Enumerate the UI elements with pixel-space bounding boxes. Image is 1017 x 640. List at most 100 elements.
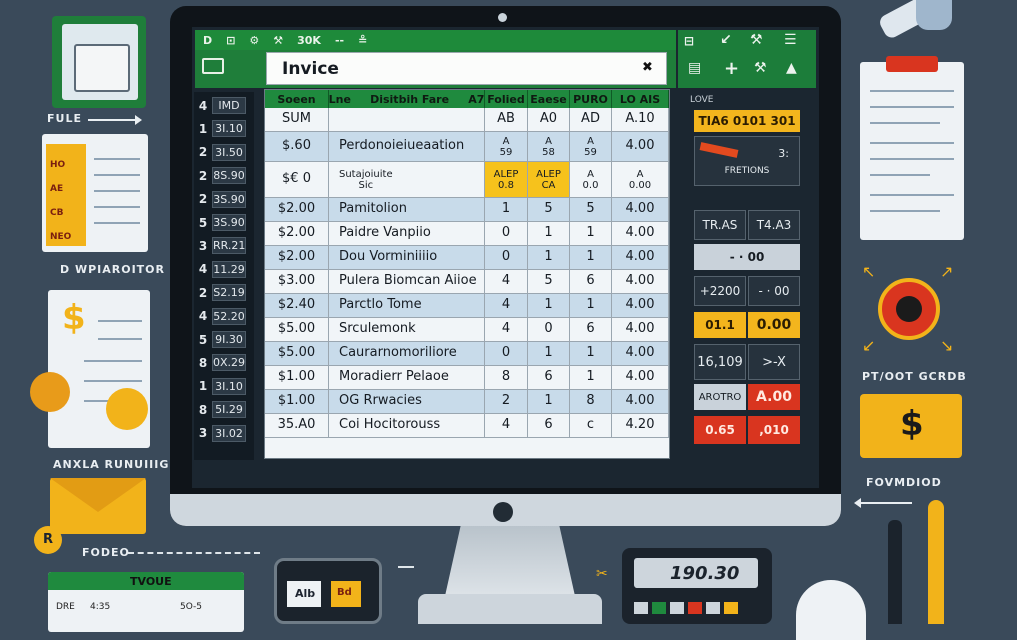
aroto-cell[interactable]: AROTRO <box>694 384 746 410</box>
table-cell[interactable]: 1 <box>528 342 570 365</box>
plus-cell[interactable]: +2200 <box>694 276 746 306</box>
table-cell[interactable]: ALEP CA <box>528 162 570 197</box>
table-cell[interactable]: 4.00 <box>612 390 669 413</box>
row-number[interactable]: 8 5I.29 <box>194 398 254 421</box>
row-number[interactable]: 3 RR.21 <box>194 234 254 257</box>
table-cell[interactable]: A 58 <box>528 132 570 161</box>
table-cell[interactable]: $3.00 <box>265 270 329 293</box>
table-cell[interactable]: 1 <box>570 246 612 269</box>
table-cell[interactable]: 8 <box>485 366 528 389</box>
toolbar-item[interactable]: D <box>203 34 212 47</box>
grid-icon[interactable]: ⊟ <box>684 34 694 48</box>
table-cell[interactable]: 5 <box>570 198 612 221</box>
table-row[interactable]: $2.40 Parctlo Tome 4 1 1 4.00 <box>265 294 669 318</box>
y-cell[interactable]: 01.1 <box>694 312 746 338</box>
table-cell[interactable]: 1 <box>570 366 612 389</box>
row-number[interactable]: 3 3I.02 <box>194 422 254 445</box>
table-cell[interactable]: 1 <box>570 222 612 245</box>
toolbar-item[interactable]: ⚙ <box>249 34 259 47</box>
power-button[interactable] <box>493 502 513 522</box>
stack-icon[interactable]: ☰ <box>784 32 797 48</box>
tools-icon[interactable]: ⚒ <box>754 60 767 76</box>
table-cell[interactable]: Coi Hocitorouss <box>329 414 485 437</box>
toolbar-item[interactable]: ≗ <box>358 34 367 47</box>
close-icon[interactable]: ✖ <box>642 60 653 75</box>
table-cell[interactable]: A 59 <box>485 132 528 161</box>
table-cell[interactable]: 0 <box>485 246 528 269</box>
column-header[interactable]: Folied <box>485 90 528 108</box>
table-cell[interactable]: 8 <box>570 390 612 413</box>
table-cell[interactable]: 4 <box>485 270 528 293</box>
table-cell[interactable]: 4.00 <box>612 198 669 221</box>
table-cell[interactable]: SUM <box>265 108 329 131</box>
table-cell[interactable]: 4.00 <box>612 342 669 365</box>
red-cell[interactable]: ,010 <box>748 416 800 444</box>
table-cell[interactable]: $2.00 <box>265 246 329 269</box>
table-cell[interactable]: 5 <box>528 198 570 221</box>
row-number[interactable]: 2 8S.90 <box>194 164 254 187</box>
table-cell[interactable]: 4.00 <box>612 246 669 269</box>
table-row[interactable]: $1.00 OG Rrwacies 2 1 8 4.00 <box>265 390 669 414</box>
table-row[interactable]: $3.00 Pulera Biomcan Aiioe 4 5 6 4.00 <box>265 270 669 294</box>
red-cell[interactable]: 0.65 <box>694 416 746 444</box>
row-number[interactable]: 5 9I.30 <box>194 328 254 351</box>
table-cell[interactable]: $5.00 <box>265 342 329 365</box>
table-cell[interactable]: Sutajoiuite Sic <box>329 162 485 197</box>
table-cell[interactable]: 1 <box>570 294 612 317</box>
row-number[interactable]: 5 3S.90 <box>194 211 254 234</box>
folder-icon[interactable] <box>202 58 224 74</box>
table-row[interactable]: $2.00 Dou Vorminiiiio 0 1 1 4.00 <box>265 246 669 270</box>
table-row[interactable]: $1.00 Moradierr Pelaoe 8 6 1 4.00 <box>265 366 669 390</box>
table-cell[interactable] <box>329 108 485 131</box>
table-cell[interactable]: A 59 <box>570 132 612 161</box>
table-cell[interactable]: 6 <box>528 366 570 389</box>
tr-cell[interactable]: T4.A3 <box>748 210 800 240</box>
table-row[interactable]: $€ 0 Sutajoiuite Sic ALEP 0.8 ALEP CA A 0.0 A… <box>265 162 669 198</box>
panel-top-bar[interactable]: TIA6 0101 301 <box>694 110 800 132</box>
toolbar-item[interactable]: -- <box>335 34 344 47</box>
table-cell[interactable]: 4.00 <box>612 132 669 161</box>
table-cell[interactable]: Pulera Biomcan Aiioe <box>329 270 485 293</box>
op-cell[interactable]: >-X <box>748 344 800 380</box>
table-cell[interactable]: $2.40 <box>265 294 329 317</box>
table-cell[interactable]: A.10 <box>612 108 669 131</box>
aroto-value-cell[interactable]: A.00 <box>748 384 800 410</box>
table-cell[interactable]: A 0.00 <box>612 162 669 197</box>
table-cell[interactable]: AB <box>485 108 528 131</box>
table-cell[interactable]: 0 <box>528 318 570 341</box>
toolbar-item[interactable]: ⚒ <box>273 34 283 47</box>
table-row[interactable]: $2.00 Paidre Vanpiio 0 1 1 4.00 <box>265 222 669 246</box>
row-number[interactable]: 1 3I.10 <box>194 117 254 140</box>
plus-icon[interactable]: + <box>724 58 739 79</box>
table-cell[interactable]: 6 <box>528 414 570 437</box>
table-cell[interactable]: Caurarnomoriliore <box>329 342 485 365</box>
table-row[interactable]: 35.A0 Coi Hocitorouss 4 6 c 4.20 <box>265 414 669 438</box>
table-cell[interactable]: c <box>570 414 612 437</box>
table-cell[interactable]: 2 <box>485 390 528 413</box>
alert-icon[interactable]: ▲ <box>786 60 797 76</box>
table-cell[interactable]: 4.00 <box>612 270 669 293</box>
table-cell[interactable]: A 0.0 <box>570 162 612 197</box>
table-cell[interactable]: Srculemonk <box>329 318 485 341</box>
table-cell[interactable]: 1 <box>528 222 570 245</box>
table-cell[interactable]: 0 <box>485 342 528 365</box>
table-cell[interactable]: 4.00 <box>612 366 669 389</box>
table-row[interactable]: $2.00 Pamitolion 1 5 5 4.00 <box>265 198 669 222</box>
table-cell[interactable]: $€ 0 <box>265 162 329 197</box>
column-header[interactable]: Soeen <box>265 90 329 108</box>
row-number[interactable]: 2 3S.90 <box>194 188 254 211</box>
table-cell[interactable]: AD <box>570 108 612 131</box>
table-cell[interactable]: 1 <box>528 294 570 317</box>
toolbar-item[interactable]: 30K <box>297 34 321 47</box>
row-number[interactable]: 1 3I.10 <box>194 375 254 398</box>
tras-cell[interactable]: TR.AS <box>694 210 746 240</box>
table-cell[interactable]: $5.00 <box>265 318 329 341</box>
table-cell[interactable]: Paidre Vanpiio <box>329 222 485 245</box>
table-cell[interactable]: $2.00 <box>265 222 329 245</box>
table-cell[interactable]: 0 <box>485 222 528 245</box>
row-number[interactable]: 8 0X.29 <box>194 351 254 374</box>
table-cell[interactable]: Dou Vorminiiiio <box>329 246 485 269</box>
tools-icon[interactable]: ⚒ <box>750 32 763 48</box>
column-header[interactable]: Lne Disitbih Fare A7 <box>329 90 485 108</box>
table-cell[interactable]: Pamitolion <box>329 198 485 221</box>
